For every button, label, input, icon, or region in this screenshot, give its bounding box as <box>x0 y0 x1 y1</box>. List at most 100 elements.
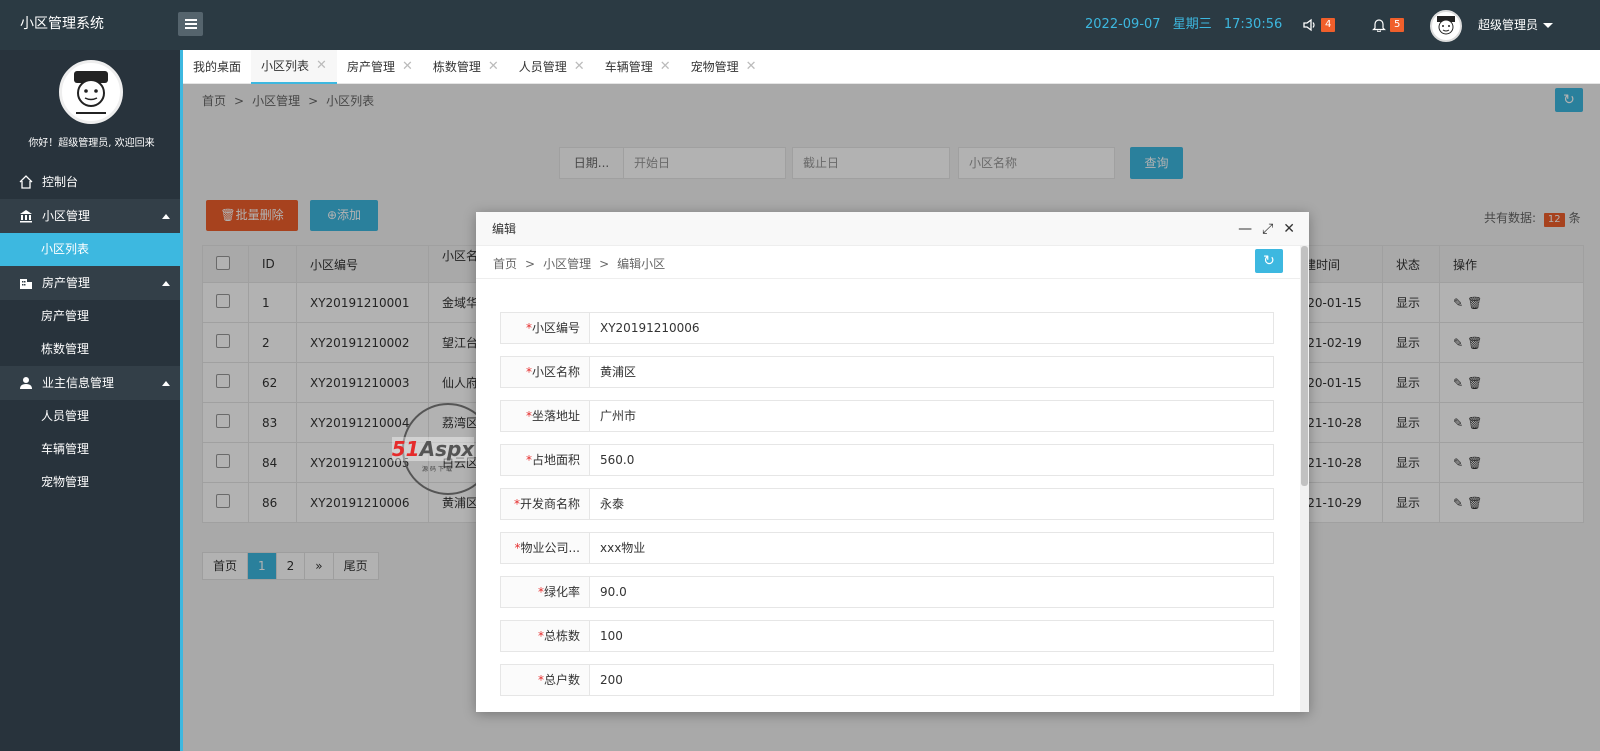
close-icon[interactable]: ✕ <box>746 50 757 84</box>
modal-refresh-button[interactable]: ↻ <box>1255 249 1283 273</box>
tab-pet[interactable]: 宠物管理 ✕ <box>681 50 767 84</box>
datetime-display: 2022-09-07 星期三 17:30:56 <box>1085 0 1290 50</box>
tab-vehicle[interactable]: 车辆管理 ✕ <box>595 50 681 84</box>
sidebar-group-property[interactable]: 房产管理 <box>0 266 180 300</box>
close-icon[interactable]: ✕ <box>402 50 413 84</box>
sidebar-avatar <box>59 60 123 124</box>
sidebar-nav: 控制台 小区管理 小区列表 房产管理 房产管理 栋数管理 业主信息管理 人员管理… <box>0 165 180 499</box>
admin-avatar-icon <box>74 71 108 114</box>
sidebar-item-dashboard[interactable]: 控制台 <box>0 165 180 199</box>
field-label: 小区名称 <box>531 365 580 379</box>
tab-building[interactable]: 栋数管理 ✕ <box>423 50 509 84</box>
form-row-households: *总户数 200 <box>500 664 1274 696</box>
modal-scrollbar[interactable] <box>1300 246 1309 712</box>
sidebar-item-vehicle-manage[interactable]: 车辆管理 <box>0 433 180 466</box>
field-label: 小区编号 <box>531 321 580 335</box>
close-icon[interactable]: ✕ <box>660 50 671 84</box>
field-label: 绿化率 <box>543 585 580 599</box>
form-row-address: *坐落地址 广州市 <box>500 400 1274 432</box>
close-icon[interactable]: ✕ <box>1283 221 1295 237</box>
speaker-icon <box>1303 18 1315 32</box>
user-menu[interactable]: 超级管理员 <box>1478 0 1554 50</box>
watermark-brand-a: 51 <box>391 437 420 461</box>
bell-notification[interactable]: 5 <box>1372 16 1405 34</box>
sidebar: 你好！超级管理员, 欢迎回来 控制台 小区管理 小区列表 房产管理 房产管理 栋… <box>0 50 183 751</box>
sidebar-item-community-list[interactable]: 小区列表 <box>0 233 180 266</box>
tab-label: 栋数管理 <box>432 60 481 74</box>
form-row-property-company: *物业公司... xxx物业 <box>500 532 1274 564</box>
field-label: 占地面积 <box>531 453 580 467</box>
close-icon[interactable]: ✕ <box>574 50 585 84</box>
name-input[interactable]: 黄浦区 <box>590 356 1274 388</box>
sidebar-item-property-manage[interactable]: 房产管理 <box>0 300 180 333</box>
close-icon[interactable]: ✕ <box>488 50 499 84</box>
refresh-icon: ↻ <box>1263 253 1275 269</box>
chevron-up-icon <box>162 214 170 219</box>
sidebar-item-building-manage[interactable]: 栋数管理 <box>0 333 180 366</box>
tab-person[interactable]: 人员管理 ✕ <box>509 50 595 84</box>
bell-count-badge: 5 <box>1390 18 1405 32</box>
scrollbar-thumb[interactable] <box>1301 246 1308 486</box>
greening-rate-input[interactable]: 90.0 <box>590 576 1274 608</box>
sidebar-item-label: 控制台 <box>42 175 79 189</box>
form-row-area: *占地面积 560.0 <box>500 444 1274 476</box>
watermark-brand-b: Aspx <box>419 437 475 461</box>
welcome-text: 你好！超级管理员, 欢迎回来 <box>28 138 155 149</box>
sound-notification[interactable]: 4 <box>1303 16 1336 34</box>
close-icon[interactable]: ✕ <box>316 49 327 83</box>
total-households-input[interactable]: 200 <box>590 664 1274 696</box>
sound-count-badge: 4 <box>1321 18 1336 32</box>
form-row-buildings: *总栋数 100 <box>500 620 1274 652</box>
minimize-icon[interactable]: — <box>1238 221 1252 237</box>
field-label: 总栋数 <box>543 629 580 643</box>
developer-input[interactable]: 永泰 <box>590 488 1274 520</box>
tab-label: 宠物管理 <box>690 60 739 74</box>
modal-body: 首页 > 小区管理 > 编辑小区 ↻ *小区编号 XY20191210006 *小区名称… <box>476 246 1300 712</box>
date-text: 2022-09-07 <box>1085 17 1161 32</box>
breadcrumb-item[interactable]: 首页 <box>493 257 517 271</box>
home-icon <box>18 174 34 190</box>
form-row-developer: *开发商名称 永泰 <box>500 488 1274 520</box>
breadcrumb-item[interactable]: 小区管理 <box>543 257 591 271</box>
edit-modal: 编辑 — ⤢ ✕ 首页 > 小区管理 > 编辑小区 ↻ *小区编号 XY20191210… <box>476 212 1309 712</box>
field-label: 物业公司... <box>520 541 580 555</box>
maximize-icon[interactable]: ⤢ <box>1262 221 1273 237</box>
form-row-code: *小区编号 XY20191210006 <box>500 312 1274 344</box>
sidebar-group-community[interactable]: 小区管理 <box>0 199 180 233</box>
form-row-greening: *绿化率 90.0 <box>500 576 1274 608</box>
total-buildings-input[interactable]: 100 <box>590 620 1274 652</box>
time-text: 17:30:56 <box>1223 17 1283 32</box>
sidebar-item-person-manage[interactable]: 人员管理 <box>0 400 180 433</box>
modal-breadcrumb: 首页 > 小区管理 > 编辑小区 <box>493 257 666 271</box>
field-label: 开发商名称 <box>519 497 580 511</box>
user-avatar[interactable] <box>1430 10 1462 42</box>
tab-property[interactable]: 房产管理 ✕ <box>337 50 423 84</box>
area-input[interactable]: 560.0 <box>590 444 1274 476</box>
sidebar-group-owner[interactable]: 业主信息管理 <box>0 366 180 400</box>
hamburger-icon <box>184 19 197 29</box>
sidebar-item-pet-manage[interactable]: 宠物管理 <box>0 466 180 499</box>
chevron-up-icon <box>162 381 170 386</box>
field-label: 坐落地址 <box>531 409 580 423</box>
watermark-sub: 源码下载 <box>422 466 455 473</box>
bank-icon <box>18 208 34 224</box>
tab-label: 人员管理 <box>518 60 567 74</box>
menu-toggle-button[interactable] <box>178 12 203 36</box>
modal-title-text: 编辑 <box>492 222 517 236</box>
sidebar-group-label: 房产管理 <box>42 276 91 290</box>
tab-desktop[interactable]: 我的桌面 <box>183 50 251 84</box>
tab-bar: 我的桌面 小区列表 ✕ 房产管理 ✕ 栋数管理 ✕ 人员管理 ✕ 车辆管理 ✕ 宠物管理 ✕ <box>183 50 1600 84</box>
sidebar-group-label: 业主信息管理 <box>42 376 115 390</box>
sidebar-group-label: 小区管理 <box>42 209 91 223</box>
tab-community-list[interactable]: 小区列表 ✕ <box>251 50 337 84</box>
modal-divider <box>476 278 1300 279</box>
breadcrumb-item: 编辑小区 <box>617 257 666 271</box>
bell-icon <box>1372 19 1386 32</box>
form-row-name: *小区名称 黄浦区 <box>500 356 1274 388</box>
building-icon <box>18 275 34 291</box>
address-input[interactable]: 广州市 <box>590 400 1274 432</box>
code-input[interactable]: XY20191210006 <box>590 312 1274 344</box>
top-header: 小区管理系统 2022-09-07 星期三 17:30:56 4 5 超级管理员 <box>0 0 1600 50</box>
property-company-input[interactable]: xxx物业 <box>590 532 1274 564</box>
user-icon <box>18 375 34 391</box>
